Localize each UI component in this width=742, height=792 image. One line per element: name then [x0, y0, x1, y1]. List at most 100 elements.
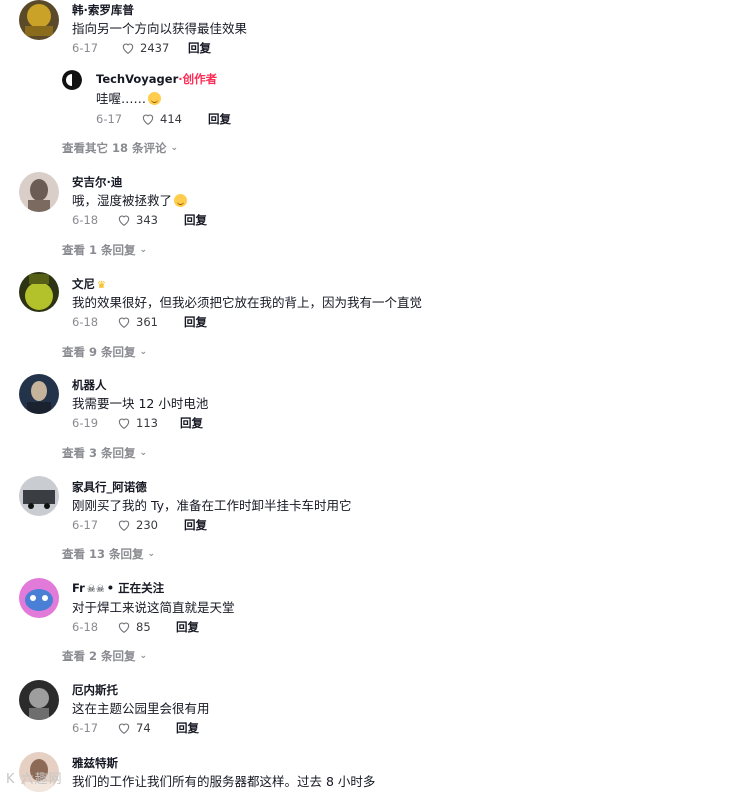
- view-replies[interactable]: 查看 13 条回复 ⌄: [62, 546, 155, 562]
- comment-author[interactable]: 安吉尔·迪: [72, 174, 122, 190]
- like-count: 230: [136, 518, 158, 532]
- comment-date: 6-19: [72, 416, 99, 430]
- view-more-label: 查看 3 条回复: [62, 446, 136, 460]
- view-more-label: 查看 9 条回复: [62, 345, 136, 359]
- reply-button[interactable]: 回复: [184, 314, 207, 330]
- like-count: 113: [136, 416, 158, 430]
- heart-icon: [118, 520, 130, 531]
- comment-author-line: Fr ☠☠ • 正在关注: [72, 580, 164, 596]
- comment-text: 指向另一个方向以获得最佳效果: [72, 21, 248, 36]
- heart-icon: [118, 215, 130, 226]
- view-replies[interactable]: 查看 2 条回复 ⌄: [62, 648, 147, 664]
- comment-text-line: 哦，湿度被拯救了: [72, 190, 188, 209]
- comment-author[interactable]: 韩·索罗库普: [72, 2, 134, 18]
- creator-badge: ·创作者: [178, 72, 218, 86]
- emoji-icon: [174, 194, 188, 207]
- like-button[interactable]: 343: [116, 212, 174, 228]
- comment-text: 我的效果很好，但我必须把它放在我的背上，因为我有一个直觉: [72, 295, 423, 310]
- like-count: 361: [136, 315, 158, 329]
- reply-button[interactable]: 回复: [184, 212, 207, 228]
- avatar[interactable]: [19, 374, 59, 414]
- comment-author[interactable]: 机器人: [72, 377, 107, 393]
- like-button[interactable]: 361: [116, 314, 174, 330]
- reply-button[interactable]: 回复: [184, 517, 207, 533]
- reply-button[interactable]: 回复: [180, 415, 203, 431]
- heart-icon: [118, 418, 130, 429]
- comment-text: 这在主题公园里会很有用: [72, 701, 210, 716]
- watermark: K 六趣网: [6, 772, 63, 787]
- comment-meta: 6-18 343 回复: [72, 212, 207, 228]
- comment-text: 对于焊工来说这简直就是天堂: [72, 600, 235, 615]
- like-button[interactable]: 2437: [120, 40, 178, 56]
- emoji-icon: [148, 92, 162, 105]
- comment-meta: 6-19 113 回复: [72, 415, 203, 431]
- heart-icon: [118, 723, 130, 734]
- crown-icon: ♛: [97, 280, 106, 291]
- avatar[interactable]: [19, 172, 59, 212]
- reply-button[interactable]: 回复: [188, 40, 211, 56]
- reply-meta: 6-17 414 回复: [96, 111, 231, 127]
- chevron-down-icon: ⌄: [139, 651, 148, 661]
- comment-meta: 6-17 74 回复: [72, 720, 199, 736]
- comment-text: 哦，湿度被拯救了: [72, 193, 173, 208]
- like-button[interactable]: 230: [116, 517, 174, 533]
- reply-author-line: TechVoyager·创作者: [96, 71, 217, 87]
- skull-icon: ☠☠: [86, 584, 105, 595]
- reply-button[interactable]: 回复: [176, 720, 199, 736]
- avatar[interactable]: [19, 476, 59, 516]
- view-replies[interactable]: 查看 9 条回复 ⌄: [62, 344, 147, 360]
- comment-author-line: 文尼 ♛: [72, 276, 106, 292]
- avatar[interactable]: [19, 272, 59, 312]
- view-more-label: 查看其它 18 条评论: [62, 141, 167, 155]
- chevron-down-icon: ⌄: [139, 347, 148, 357]
- like-count: 85: [136, 620, 151, 634]
- view-replies[interactable]: 查看 3 条回复 ⌄: [62, 445, 147, 461]
- like-button[interactable]: 414: [140, 111, 198, 127]
- reply-button[interactable]: 回复: [176, 619, 199, 635]
- chevron-down-icon: ⌄: [139, 245, 148, 255]
- chevron-down-icon: ⌄: [147, 549, 156, 559]
- avatar[interactable]: [19, 0, 59, 40]
- avatar[interactable]: [19, 578, 59, 618]
- comment-text: 我们的工作让我们所有的服务器都这样。过去 8 小时多: [72, 774, 376, 789]
- comment-author[interactable]: Fr: [72, 581, 85, 595]
- like-button[interactable]: 85: [116, 619, 166, 635]
- view-more-label: 查看 13 条回复: [62, 547, 144, 561]
- following-status: • 正在关注: [106, 581, 165, 595]
- reply-author[interactable]: TechVoyager: [96, 72, 178, 86]
- comment-text: 我需要一块 12 小时电池: [72, 396, 209, 411]
- view-replies[interactable]: 查看 1 条回复 ⌄: [62, 242, 147, 258]
- comment-date: 6-17: [72, 41, 99, 55]
- comment-date: 6-18: [72, 620, 99, 634]
- heart-icon: [122, 43, 134, 54]
- like-count: 2437: [140, 41, 170, 55]
- heart-icon: [118, 622, 130, 633]
- comment-meta: 6-18 361 回复: [72, 314, 207, 330]
- comment-author[interactable]: 厄内斯托: [72, 682, 118, 698]
- view-more-label: 查看 1 条回复: [62, 243, 136, 257]
- heart-icon: [118, 317, 130, 328]
- avatar[interactable]: [19, 680, 59, 720]
- reply-text-line: 哇喔……: [96, 88, 162, 107]
- chevron-down-icon: ⌄: [139, 448, 148, 458]
- chevron-down-icon: ⌄: [170, 143, 179, 153]
- reply-button[interactable]: 回复: [208, 111, 231, 127]
- reply-text: 哇喔……: [96, 91, 147, 106]
- like-button[interactable]: 113: [116, 415, 170, 431]
- comment-meta: 6-18 85 回复: [72, 619, 199, 635]
- comment-meta: 6-17 2437 回复: [72, 40, 211, 56]
- comment-author[interactable]: 家具行_阿诺德: [72, 479, 147, 495]
- comment-date: 6-17: [96, 112, 123, 126]
- comment-author[interactable]: 雅兹特斯: [72, 755, 118, 771]
- avatar[interactable]: [62, 70, 82, 90]
- comment-author[interactable]: 文尼: [72, 277, 95, 291]
- like-button[interactable]: 74: [116, 720, 166, 736]
- like-count: 414: [160, 112, 182, 126]
- comment-date: 6-17: [72, 721, 99, 735]
- view-more-label: 查看 2 条回复: [62, 649, 136, 663]
- heart-icon: [142, 114, 154, 125]
- comment-date: 6-18: [72, 213, 99, 227]
- comment-date: 6-17: [72, 518, 99, 532]
- view-more-comments[interactable]: 查看其它 18 条评论 ⌄: [62, 140, 178, 156]
- like-count: 74: [136, 721, 151, 735]
